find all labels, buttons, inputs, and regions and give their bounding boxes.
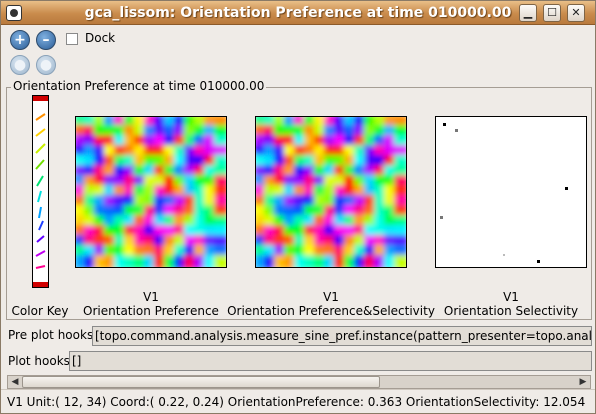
back-button[interactable]: ● (10, 55, 30, 75)
status-bar: V1 Unit:( 12, 34) Coord:( 0.22, 0.24) Or… (1, 389, 595, 413)
orientation-preference-plot[interactable] (75, 116, 227, 268)
plot3-label-line2: Orientation Selectivity (443, 304, 579, 318)
zoom-in-icon: + (14, 32, 26, 48)
zoom-in-button[interactable]: + (10, 30, 30, 50)
plot2-label-line2: Orientation Preference&Selectivity (227, 304, 435, 318)
plot-group-title: Orientation Preference at time 010000.00 (11, 79, 267, 93)
plot-hooks-input[interactable]: [] (69, 351, 592, 371)
horizontal-scrollbar[interactable]: ◀ ▶ (7, 375, 591, 389)
plot2-label-line1: V1 (323, 290, 339, 304)
orientation-preference-selectivity-plot[interactable] (255, 116, 407, 268)
plot-hooks-label: Plot hooks (8, 354, 70, 368)
plot1-label-line2: Orientation Preference (83, 304, 219, 318)
back-icon: ● (13, 57, 27, 73)
maximize-icon[interactable]: ☐ (543, 4, 561, 22)
close-icon[interactable]: ✕ (567, 4, 585, 22)
pre-plot-hooks-input[interactable]: [topo.command.analysis.measure_sine_pref… (92, 326, 592, 346)
main-window: gca_lissom: Orientation Preference at ti… (0, 0, 596, 414)
color-key-label: Color Key (11, 304, 69, 318)
orientation-selectivity-plot[interactable] (435, 116, 587, 268)
color-key[interactable] (32, 95, 49, 288)
plot1-label-line1: V1 (143, 290, 159, 304)
plot3-label-line1: V1 (503, 290, 519, 304)
window-title: gca_lissom: Orientation Preference at ti… (84, 5, 512, 21)
orientation-preference-map (76, 117, 226, 267)
zoom-out-icon: – (42, 32, 50, 48)
forward-icon: ● (39, 57, 53, 73)
title-bar[interactable]: gca_lissom: Orientation Preference at ti… (1, 1, 595, 25)
pre-plot-hooks-label: Pre plot hooks (8, 328, 94, 342)
orientation-preference-selectivity-map (256, 117, 406, 267)
color-key-bars (35, 113, 46, 269)
scroll-left-icon[interactable]: ◀ (8, 376, 22, 388)
minimize-icon[interactable]: ▁ (519, 4, 537, 22)
zoom-out-button[interactable]: – (36, 30, 56, 50)
dock-label: Dock (85, 31, 116, 45)
dock-checkbox[interactable] (66, 33, 78, 45)
scroll-right-icon[interactable]: ▶ (576, 376, 590, 388)
scrollbar-thumb[interactable] (22, 376, 380, 388)
forward-button[interactable]: ● (36, 55, 56, 75)
orientation-selectivity-map (440, 123, 568, 263)
